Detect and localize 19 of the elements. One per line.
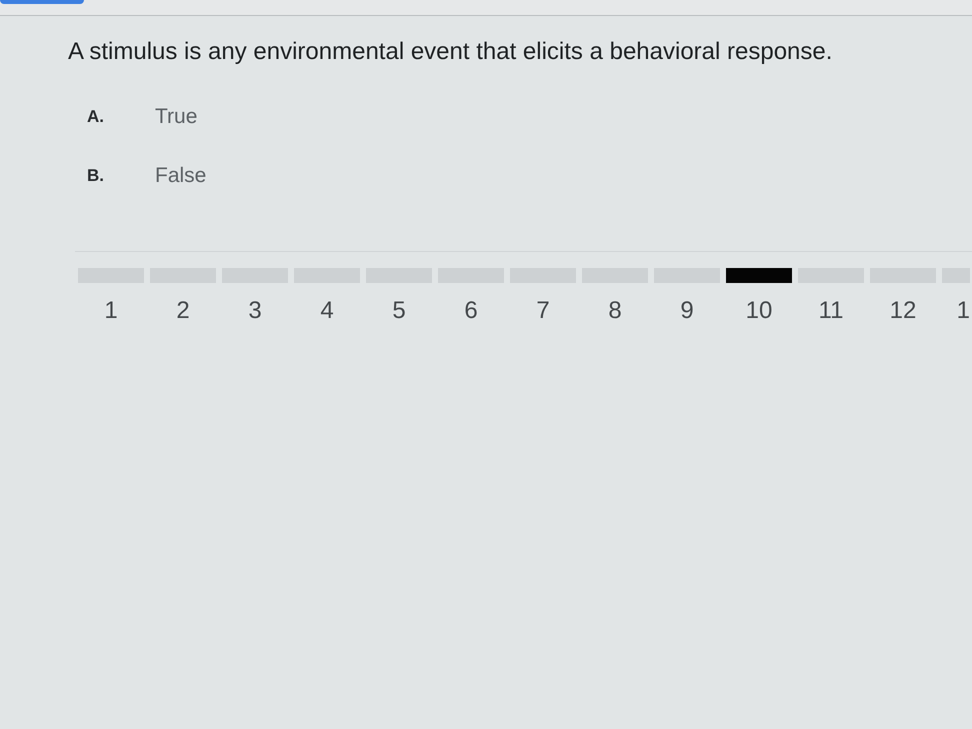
- question-nav-button[interactable]: 1: [942, 268, 972, 325]
- question-nav-button[interactable]: 3: [222, 268, 288, 325]
- question-nav-button[interactable]: 1: [78, 268, 144, 325]
- question-nav-button[interactable]: 9: [654, 268, 720, 325]
- top-tab-button[interactable]: [0, 0, 84, 4]
- question-nav-button[interactable]: 12: [870, 268, 936, 325]
- question-nav-button[interactable]: 11: [798, 268, 864, 325]
- answer-option[interactable]: False: [153, 160, 208, 191]
- option-letter: B.: [87, 164, 105, 186]
- answer-option[interactable]: True: [153, 101, 200, 132]
- question-nav-button[interactable]: 7: [510, 268, 576, 325]
- option-letter: A.: [87, 106, 105, 128]
- question-nav-button[interactable]: 10: [726, 268, 792, 325]
- question-nav-button[interactable]: 6: [438, 268, 504, 325]
- question-nav-button[interactable]: 4: [294, 268, 360, 325]
- question-text: A stimulus is any environmental event that elicits a behavioral response.: [68, 37, 834, 67]
- question-nav-button[interactable]: 5: [366, 268, 432, 325]
- question-nav-button[interactable]: 2: [150, 268, 216, 325]
- question-nav-button[interactable]: 8: [582, 268, 648, 325]
